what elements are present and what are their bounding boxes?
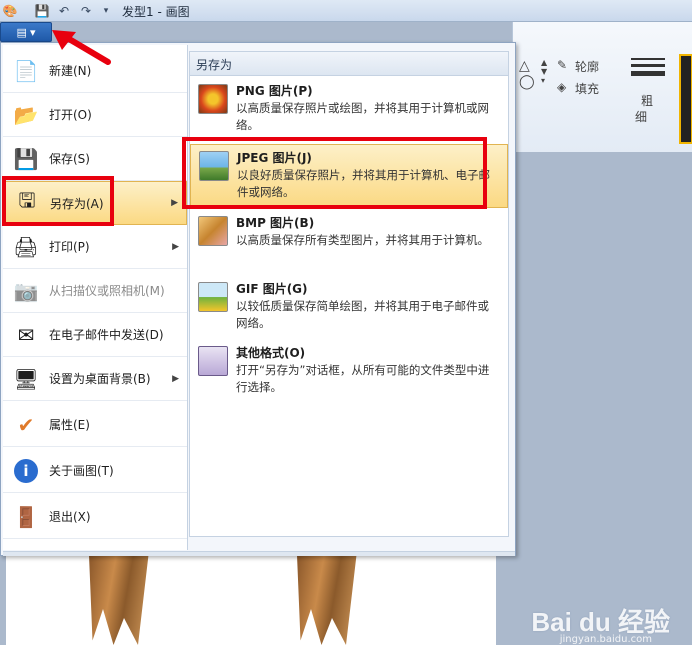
submenu-header: 另存为 — [190, 52, 508, 76]
desktop-background-icon: 🖥 — [13, 366, 39, 391]
undo-icon[interactable]: ↶ — [56, 3, 72, 19]
menu-item-properties[interactable]: ✔ 属性(E) — [3, 403, 187, 447]
window-title: 发型1 - 画图 — [122, 5, 190, 19]
size-label-top[interactable]: 粗 — [641, 92, 653, 109]
menu-item-save[interactable]: 💾 保存(S) — [3, 137, 187, 181]
file-menu-icon: ▤ — [16, 25, 27, 39]
menu-item-about[interactable]: i 关于画图(T) — [3, 449, 187, 493]
customize-dropdown-icon[interactable]: ▾ — [98, 3, 114, 19]
save-as-gif[interactable]: GIF 图片(G) 以较低质量保存简单绘图，并将其用于电子邮件或网络。 — [190, 276, 508, 340]
printer-icon: 🖨 — [13, 234, 39, 259]
size-lines-icon — [631, 58, 665, 88]
scanner-icon: 📷 — [13, 278, 39, 303]
submenu-arrow-icon: ▶ — [171, 198, 178, 208]
shapes-scroll[interactable]: ▲ ▼ ▾ — [541, 58, 547, 85]
menu-footer — [3, 551, 515, 556]
file-menu-button[interactable]: ▤ ▾ — [0, 22, 52, 42]
png-image-icon — [198, 84, 228, 114]
menu-item-desktop-background[interactable]: 🖥 设置为桌面背景(B) ▶ — [3, 357, 187, 401]
file-menu: 📄 新建(N) 📂 打开(O) 💾 保存(S) 🖫 另存为(A) ▶ 🖨 打印(… — [0, 42, 516, 556]
menu-item-exit[interactable]: 🚪 退出(X) — [3, 495, 187, 539]
new-file-icon: 📄 — [13, 58, 39, 83]
menu-item-open[interactable]: 📂 打开(O) — [3, 93, 187, 137]
submenu-arrow-icon: ▶ — [172, 373, 179, 384]
save-as-png[interactable]: PNG 图片(P) 以高质量保存照片或绘图，并将其用于计算机或网络。 — [190, 78, 508, 142]
watermark-url: jingyan.baidu.com — [559, 634, 652, 645]
color-1-swatch[interactable] — [679, 54, 692, 144]
drawing-canvas[interactable] — [6, 555, 496, 645]
outline-button[interactable]: 轮廓 — [575, 58, 599, 75]
fill-button[interactable]: 填充 — [575, 80, 599, 97]
ribbon: △ ◯ ▲ ▼ ▾ ✎ 轮廓 ◈ 填充 粗 细 — [512, 22, 692, 152]
exit-icon: 🚪 — [13, 504, 39, 529]
save-icon[interactable]: 💾 — [34, 3, 50, 19]
menu-item-email[interactable]: ✉ 在电子邮件中发送(D) — [3, 313, 187, 357]
size-label-bottom[interactable]: 细 — [635, 108, 647, 125]
save-as-other-formats[interactable]: 其他格式(O) 打开“另存为”对话框，从所有可能的文件类型中进行选择。 — [190, 340, 508, 404]
chevron-down-icon: ▾ — [29, 25, 36, 39]
open-folder-icon: 📂 — [13, 102, 39, 127]
title-bar: 🎨 💾 ↶ ↷ ▾ 发型1 - 画图 — [0, 0, 692, 22]
outline-icon: ✎ — [557, 58, 568, 72]
other-formats-icon — [198, 346, 228, 376]
file-menu-commands: 📄 新建(N) 📂 打开(O) 💾 保存(S) 🖫 另存为(A) ▶ 🖨 打印(… — [3, 45, 187, 550]
menu-item-print[interactable]: 🖨 打印(P) ▶ — [3, 225, 187, 269]
shapes-gallery[interactable]: △ ◯ — [519, 58, 535, 90]
annotation-highlight-save-as — [2, 176, 114, 226]
submenu-arrow-icon: ▶ — [172, 241, 179, 252]
save-icon: 💾 — [13, 146, 39, 171]
annotation-arrow-icon — [52, 30, 111, 65]
checkmark-icon: ✔ — [17, 412, 35, 437]
save-as-bmp[interactable]: BMP 图片(B) 以高质量保存所有类型图片，并将其用于计算机。 — [190, 210, 508, 274]
menu-item-scanner: 📷 从扫描仪或照相机(M) — [3, 269, 187, 313]
annotation-highlight-jpeg — [182, 137, 487, 209]
menu-divider — [187, 45, 188, 550]
paint-app-icon[interactable]: 🎨 — [2, 3, 18, 19]
bmp-image-icon — [198, 216, 228, 246]
gif-image-icon — [198, 282, 228, 312]
email-icon: ✉ — [17, 322, 35, 347]
save-as-submenu: 另存为 PNG 图片(P) 以高质量保存照片或绘图，并将其用于计算机或网络。 J… — [189, 51, 509, 537]
fill-icon: ◈ — [557, 80, 567, 94]
redo-icon[interactable]: ↷ — [78, 3, 94, 19]
info-icon: i — [11, 456, 41, 486]
